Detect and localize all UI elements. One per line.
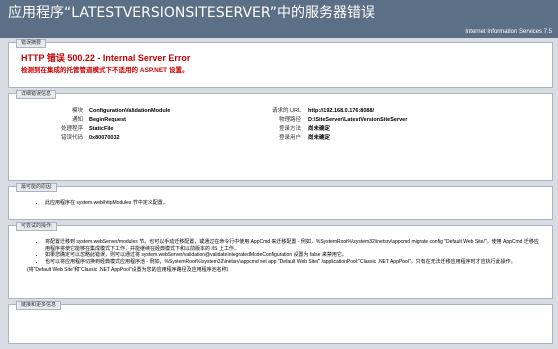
- error-description: 检测到在集成的托管管道模式下不适用的 ASP.NET 设置。: [21, 67, 189, 74]
- error-summary-panel: 错误摘要 HTTP 错误 500.22 - Internal Server Er…: [8, 39, 553, 88]
- detail-label: 处理程序: [60, 126, 83, 132]
- detail-label: 错误代码: [60, 135, 83, 141]
- content-area: 错误摘要 HTTP 错误 500.22 - Internal Server Er…: [8, 39, 553, 349]
- detail-value: ConfigurationValidationModule: [89, 108, 171, 114]
- list-item: 将配置迁移到 system.webServer/modules 节。也可以手动迁…: [45, 239, 540, 252]
- detail-label: 登录方法: [278, 126, 301, 132]
- things-to-try-panel: 可尝试的操作: 将配置迁移到 system.webServer/modules …: [8, 222, 553, 299]
- detailed-error-tab: 详细错误信息: [16, 90, 57, 99]
- detail-grid: 模块 ConfigurationValidationModule 请求的 URL…: [21, 107, 540, 167]
- detail-value: 尚未确定: [308, 126, 331, 132]
- detail-value: 0x80070032: [89, 135, 120, 141]
- detail-value: BeginRequest: [89, 117, 126, 123]
- likely-cause-tab: 最可能的原因:: [16, 183, 58, 192]
- detail-value: D:\SiteServer\LatestVersionSiteServer: [308, 117, 408, 123]
- detailed-error-panel: 详细错误信息 模块 ConfigurationValidationModule …: [8, 90, 553, 181]
- detail-row: 模块 ConfigurationValidationModule 请求的 URL…: [21, 107, 540, 115]
- error-summary-tab: 错误摘要: [16, 39, 47, 48]
- detail-row: 错误代码 0x80070032 登录用户 尚未确定: [21, 134, 540, 142]
- detail-label: 物理路径: [278, 117, 301, 123]
- fix-note: (将“Default Web Site”和“Classic .NET AppPo…: [27, 267, 229, 273]
- fix-list: 将配置迁移到 system.webServer/modules 节。也可以手动迁…: [21, 239, 540, 265]
- links-panel: 链接和更多信息: [8, 301, 553, 344]
- cause-list: 此应用程序在 system.web/httpModules 节中定义配置。: [21, 200, 540, 207]
- detail-row: 通知 BeginRequest 物理路径 D:\SiteServer\Lates…: [21, 116, 540, 124]
- detail-value: 尚未确定: [308, 135, 331, 141]
- list-item: 此应用程序在 system.web/httpModules 节中定义配置。: [45, 200, 540, 207]
- detail-row: 处理程序 StaticFile 登录方法 尚未确定: [21, 125, 540, 133]
- header-banner: 应用程序“LATESTVERSIONSITESERVER”中的服务器错误 Int…: [0, 0, 558, 38]
- iis-error-page: 应用程序“LATESTVERSIONSITESERVER”中的服务器错误 Int…: [0, 0, 558, 344]
- detail-label: 模块: [71, 108, 83, 114]
- things-to-try-tab: 可尝试的操作:: [16, 222, 58, 231]
- server-name: Internet Information Services 7.5: [465, 29, 552, 35]
- detail-label: 通知: [71, 117, 83, 123]
- error-title: HTTP 错误 500.22 - Internal Server Error: [21, 53, 191, 63]
- likely-cause-panel: 最可能的原因: 此应用程序在 system.web/httpModules 节中…: [8, 183, 553, 220]
- detail-value: StaticFile: [89, 126, 114, 132]
- list-item: 也可以将应用程序切换到经典模式应用程序池 - 例如，%SystemRoot%\s…: [45, 259, 540, 266]
- page-title: 应用程序“LATESTVERSIONSITESERVER”中的服务器错误: [8, 5, 375, 21]
- detail-label: 请求的 URL: [271, 108, 301, 114]
- detail-value: http://192.168.0.176:8088/: [308, 108, 375, 114]
- detail-label: 登录用户: [278, 135, 301, 141]
